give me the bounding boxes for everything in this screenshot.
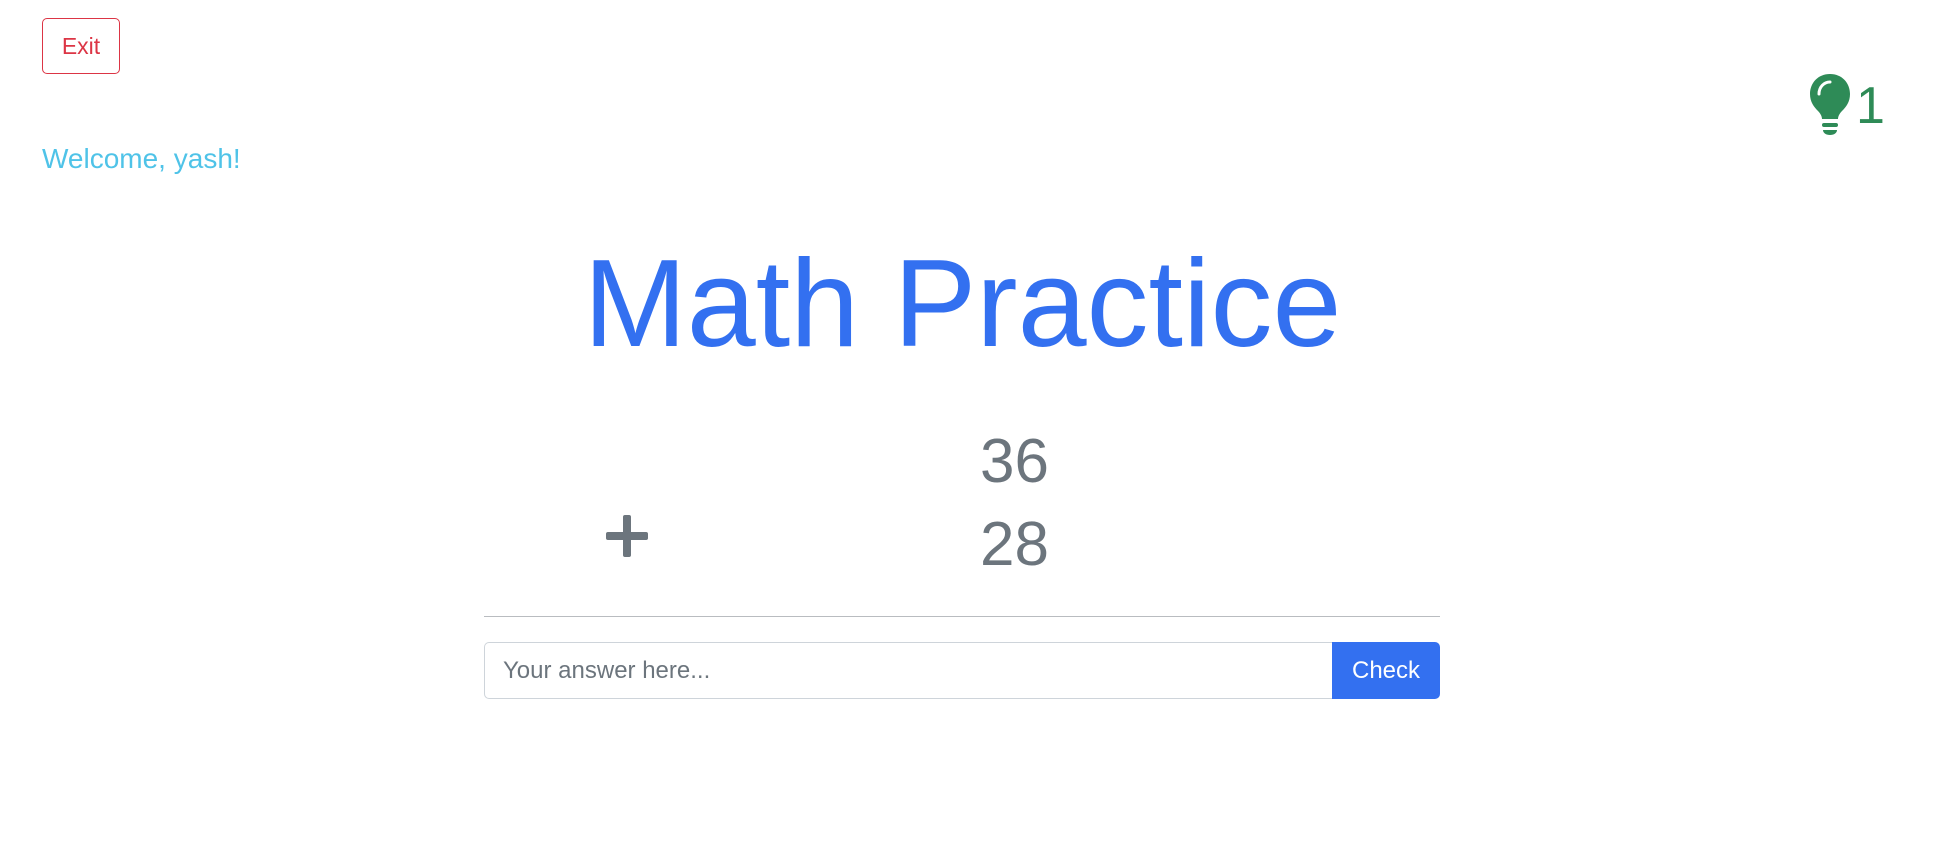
plus-icon xyxy=(606,513,656,563)
page-title: Math Practice xyxy=(583,235,1342,373)
answer-form: Check xyxy=(484,642,1440,699)
welcome-message: Welcome, yash! xyxy=(42,143,241,174)
hint-count: 1 xyxy=(1856,77,1885,135)
answer-input[interactable] xyxy=(484,642,1332,699)
lightbulb-icon xyxy=(1808,72,1852,136)
first-operand: 36 xyxy=(980,427,1049,496)
exit-button[interactable]: Exit xyxy=(42,18,120,74)
hint-counter[interactable]: 1 xyxy=(1808,72,1885,136)
problem-divider xyxy=(484,616,1440,617)
check-button[interactable]: Check xyxy=(1332,642,1440,699)
second-operand: 28 xyxy=(980,510,1049,579)
